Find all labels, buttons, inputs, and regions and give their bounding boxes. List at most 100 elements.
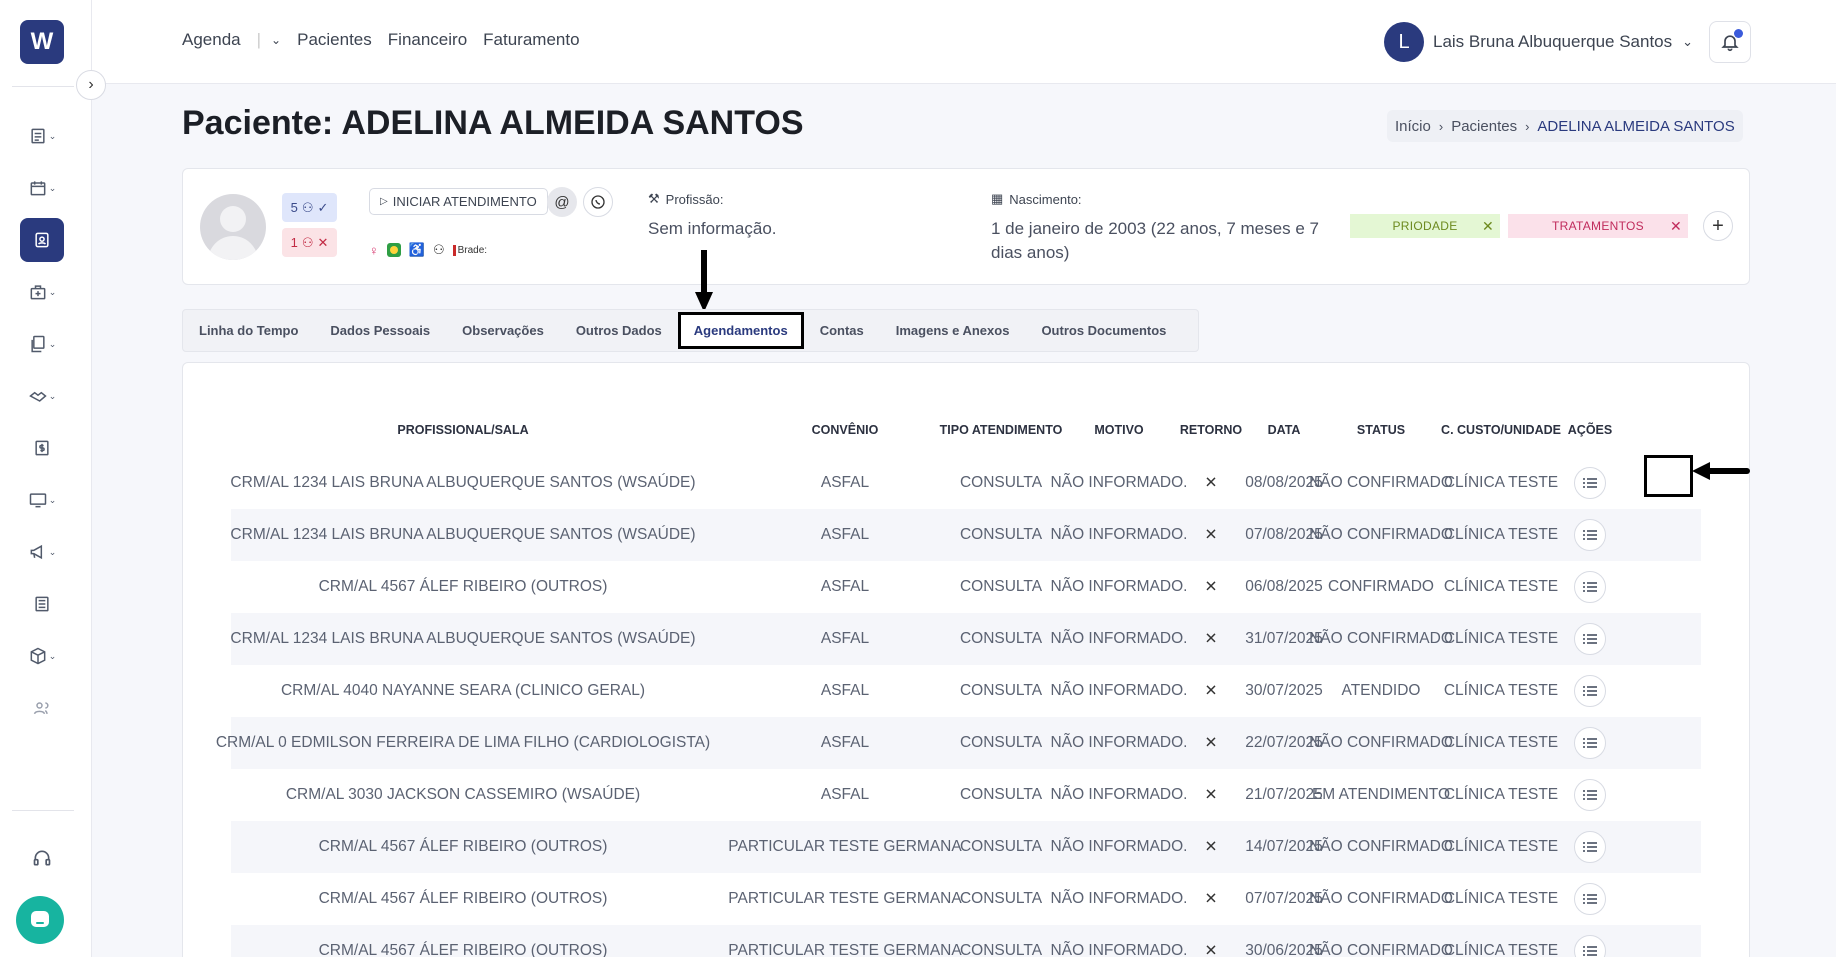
chat-icon[interactable] <box>16 896 64 944</box>
documents-icon <box>31 335 45 353</box>
patient-card: 5 ⚇ ✓ 1 ⚇ ✕ ▷ INICIAR ATENDIMENTO @ ♀ ♿ … <box>182 168 1750 285</box>
start-attendance-button[interactable]: ▷ INICIAR ATENDIMENTO <box>369 188 548 215</box>
user-icon: ⚇ <box>301 234 314 250</box>
status-badge-missed[interactable]: 1 ⚇ ✕ <box>282 228 337 257</box>
tab-observações[interactable]: Observações <box>462 323 544 338</box>
sidebar: W ⌄ ⌄ ⌄ ⌄ ⌄ ⌄ ⌄ ⌄ <box>0 0 92 957</box>
sidebar-item-patient-card[interactable] <box>20 218 64 262</box>
headset-icon[interactable] <box>20 836 64 880</box>
chevron-down-icon: ⌄ <box>1682 34 1694 49</box>
add-tag-button[interactable]: + <box>1703 211 1733 241</box>
tab-imagens-e-anexos[interactable]: Imagens e Anexos <box>896 323 1010 338</box>
cell-status: ATENDIDO <box>1341 682 1421 699</box>
user-menu[interactable]: L Lais Bruna Albuquerque Santos ⌄ <box>1384 22 1693 62</box>
table-row: CRM/AL 4567 ÁLEF RIBEIRO (OUTROS) PARTICU… <box>231 925 1701 957</box>
tab-linha-do-tempo[interactable]: Linha do Tempo <box>199 323 298 338</box>
nav-faturamento[interactable]: Faturamento <box>483 30 579 50</box>
wrench-icon: ⚒ <box>648 191 660 206</box>
table-row: CRM/AL 4567 ÁLEF RIBEIRO (OUTROS) PARTICU… <box>231 821 1701 873</box>
row-actions-button[interactable] <box>1574 467 1606 499</box>
sidebar-item-users[interactable] <box>20 686 64 730</box>
nav-pacientes[interactable]: Pacientes <box>297 30 372 50</box>
nav-agenda[interactable]: Agenda <box>182 30 241 50</box>
cell-custo: CLÍNICA TESTE <box>1443 630 1559 647</box>
sidebar-item-monitor[interactable]: ⌄ <box>20 478 64 522</box>
row-actions-button[interactable] <box>1574 831 1606 863</box>
row-actions-button[interactable] <box>1574 519 1606 551</box>
cell-status: CONFIRMADO <box>1328 578 1434 595</box>
chevron-down-icon[interactable]: ⌄ <box>271 33 281 47</box>
sidebar-item-calendar[interactable]: ⌄ <box>20 166 64 210</box>
collapse-sidebar-button[interactable]: › <box>76 70 106 100</box>
cell-motivo: NÃO INFORMADO. <box>1050 942 1188 957</box>
app-logo[interactable]: W <box>20 20 64 64</box>
tab-outros-documentos[interactable]: Outros Documentos <box>1041 323 1166 338</box>
cell-tipo: CONSULTA <box>959 734 1043 751</box>
patient-photo <box>200 194 266 260</box>
tab-dados-pessoais[interactable]: Dados Pessoais <box>330 323 430 338</box>
sidebar-item-dollar[interactable] <box>20 426 64 470</box>
row-actions-button[interactable] <box>1574 675 1606 707</box>
chevron-down-icon: ⌄ <box>48 338 57 349</box>
list-icon <box>1583 790 1597 800</box>
cell-profissional: CRM/AL 1234 LAIS BRUNA ALBUQUERQUE SANTO… <box>230 474 696 491</box>
close-icon[interactable]: ✕ <box>1670 218 1682 235</box>
sidebar-item-list[interactable]: ⌄ <box>20 114 64 158</box>
whatsapp-icon[interactable] <box>583 187 613 217</box>
chevron-down-icon: ⌄ <box>48 650 57 661</box>
cell-motivo: NÃO INFORMADO. <box>1050 526 1188 543</box>
tab-contas[interactable]: Contas <box>820 323 864 338</box>
notifications-button[interactable] <box>1709 21 1751 63</box>
email-icon[interactable]: @ <box>547 187 577 217</box>
close-icon[interactable]: ✕ <box>1482 218 1494 235</box>
list-icon <box>1583 686 1597 696</box>
row-actions-button[interactable] <box>1574 571 1606 603</box>
breadcrumb-current: ADELINA ALMEIDA SANTOS <box>1537 117 1735 135</box>
sidebar-divider <box>12 810 74 811</box>
list-icon <box>1583 842 1597 852</box>
cell-status: NÃO CONFIRMADO <box>1309 942 1453 957</box>
sidebar-item-megaphone[interactable]: ⌄ <box>20 530 64 574</box>
column-header: STATUS <box>1356 423 1406 437</box>
cell-profissional: CRM/AL 4567 ÁLEF RIBEIRO (OUTROS) <box>318 578 608 595</box>
row-actions-button[interactable] <box>1574 883 1606 915</box>
cell-profissional: CRM/AL 4567 ÁLEF RIBEIRO (OUTROS) <box>318 890 608 907</box>
cell-motivo: NÃO INFORMADO. <box>1050 734 1188 751</box>
cell-custo: CLÍNICA TESTE <box>1443 578 1559 595</box>
chevron-down-icon: ⌄ <box>48 130 57 141</box>
cell-convenio: ASFAL <box>820 734 870 751</box>
close-icon: ✕ <box>1204 682 1218 700</box>
row-actions-button[interactable] <box>1574 623 1606 655</box>
chevron-right-icon: › <box>88 76 94 93</box>
tab-outros-dados[interactable]: Outros Dados <box>576 323 662 338</box>
nascimento-label: ▦ Nascimento: <box>991 191 1082 207</box>
user-name: Lais Bruna Albuquerque Santos <box>1433 32 1673 51</box>
sidebar-item-clinic[interactable]: ⌄ <box>20 270 64 314</box>
cell-motivo: NÃO INFORMADO. <box>1050 838 1188 855</box>
sidebar-item-documents[interactable]: ⌄ <box>20 322 64 366</box>
badge-count: 1 <box>290 235 298 250</box>
cell-custo: CLÍNICA TESTE <box>1443 838 1559 855</box>
breadcrumb-inicio[interactable]: Início <box>1395 118 1431 135</box>
nav-financeiro[interactable]: Financeiro <box>388 30 467 50</box>
tab-agendamentos[interactable]: Agendamentos <box>677 312 804 349</box>
cell-tipo: CONSULTA <box>959 578 1043 595</box>
close-icon: ✕ <box>317 234 329 250</box>
status-badge-confirmed[interactable]: 5 ⚇ ✓ <box>282 193 337 222</box>
list-icon <box>1583 634 1597 644</box>
sidebar-item-handshake[interactable]: ⌄ <box>20 374 64 418</box>
cell-profissional: CRM/AL 4567 ÁLEF RIBEIRO (OUTROS) <box>318 942 608 957</box>
row-actions-button[interactable] <box>1574 779 1606 811</box>
cell-convenio: ASFAL <box>820 682 870 699</box>
cell-status: NÃO CONFIRMADO <box>1309 838 1453 855</box>
cell-convenio: PARTICULAR TESTE GERMANA <box>728 890 962 907</box>
breadcrumb-pacientes[interactable]: Pacientes <box>1451 118 1517 135</box>
top-bar: Agenda | ⌄ Pacientes Financeiro Faturame… <box>92 0 1836 84</box>
sidebar-item-report[interactable] <box>20 582 64 626</box>
row-actions-button[interactable] <box>1574 935 1606 957</box>
sidebar-item-package[interactable]: ⌄ <box>20 634 64 678</box>
cell-motivo: NÃO INFORMADO. <box>1050 786 1188 803</box>
row-actions-button[interactable] <box>1574 727 1606 759</box>
chevron-down-icon: ⌄ <box>48 546 57 557</box>
chevron-down-icon: ⌄ <box>48 286 57 297</box>
